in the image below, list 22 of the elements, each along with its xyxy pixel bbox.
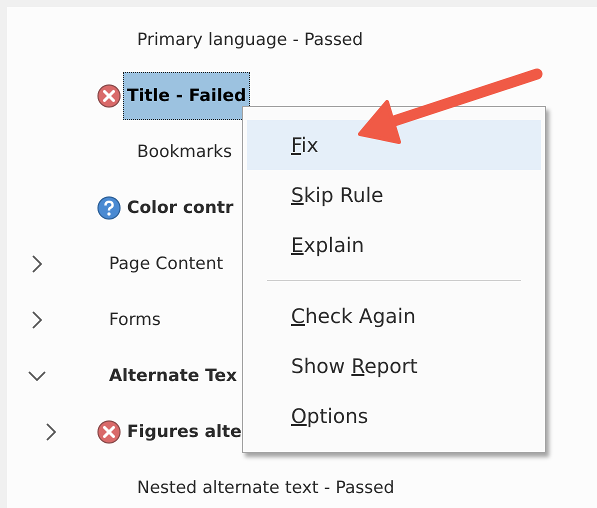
error-icon [97,420,121,444]
menu-item[interactable]: Skip Rule [247,170,541,220]
tree-item[interactable]: Page Content [105,253,228,275]
tree-item[interactable]: Forms [105,309,165,331]
menu-item[interactable]: Check Again [247,291,541,341]
menu-item[interactable]: Fix [247,120,541,170]
chevron-right-icon[interactable] [32,311,42,329]
tree-item[interactable]: Nested alternate text - Passed [133,477,398,499]
tree-item[interactable]: Title - Failed [123,72,250,120]
tree-item[interactable]: Alternate Tex [105,365,242,387]
chevron-down-icon[interactable] [28,371,46,381]
tree-item[interactable]: Primary language - Passed [133,29,368,51]
chevron-right-icon[interactable] [46,423,56,441]
tree-item[interactable]: Bookmarks [133,141,236,163]
menu-item[interactable]: Show Report [247,341,541,391]
tree-item[interactable]: Color contr [123,197,238,219]
chevron-right-icon[interactable] [32,255,42,273]
menu-item[interactable]: Explain [247,220,541,270]
tree-item[interactable]: Figures alte [123,421,246,443]
help-icon [97,196,121,220]
error-icon [97,84,121,108]
menu-item[interactable]: Options [247,391,541,441]
